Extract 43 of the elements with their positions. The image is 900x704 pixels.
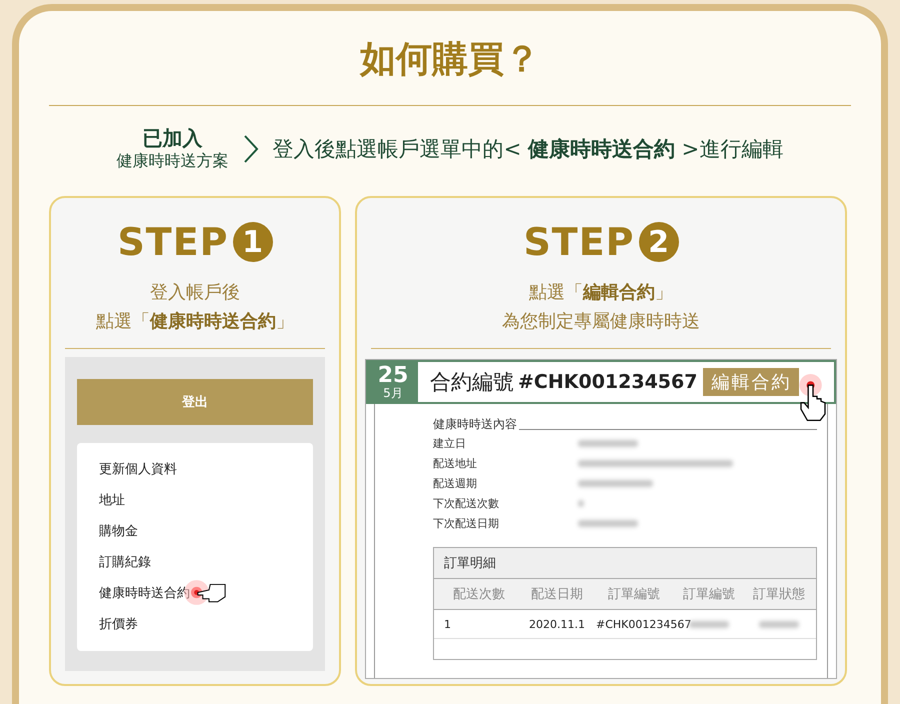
column-header: 訂單狀態 (752, 586, 806, 603)
table-cell: #CHK001234567 (596, 618, 692, 630)
column-header: 訂單編號 (607, 586, 661, 603)
table-cell: 1 (444, 618, 451, 630)
field-label: 配送週期 (433, 476, 478, 490)
blurred-value (578, 520, 638, 526)
menu-item[interactable]: 地址 (99, 484, 269, 515)
step-label: STEP (523, 220, 635, 264)
column-header: 配送日期 (530, 586, 584, 603)
step-number: 1 (232, 222, 273, 262)
menu-item[interactable]: 健康時時送合約 (99, 577, 269, 608)
step-caption: 點選「健康時時送合約」 (95, 310, 295, 334)
step-caption: 登入帳戶後 (149, 281, 241, 305)
field-label: 下次配送日期 (433, 516, 500, 530)
field-label: 下次配送次數 (433, 496, 500, 510)
date-day: 25 (378, 365, 408, 387)
order-table-title: 訂單明細 (434, 548, 816, 579)
badge-subtitle: 健康時時送方案 (116, 150, 229, 172)
contract-number: #CHK001234567 (518, 371, 698, 393)
field-label: 建立日 (433, 436, 467, 450)
badge-title: 已加入 (142, 126, 204, 150)
menu-item[interactable]: 折價券 (99, 608, 269, 639)
blurred-value (759, 620, 799, 628)
field-label: 配送地址 (433, 456, 478, 470)
table-cell: 2020.11.1 (529, 618, 585, 630)
page-title: 如何購買？ (358, 38, 541, 82)
column-header: 配送次數 (452, 586, 506, 603)
menu-item[interactable]: 訂購紀錄 (99, 546, 269, 577)
chevron-icon (242, 134, 259, 164)
column-header: 訂單編號 (682, 586, 736, 603)
step-label: STEP (117, 220, 229, 264)
section-title: 健康時時送內容 (433, 416, 517, 433)
step-caption: 為您制定專屬健康時時送 (501, 310, 701, 334)
menu-item[interactable]: 更新個人資料 (99, 453, 269, 484)
blurred-value (578, 500, 584, 506)
contract-label: 合約編號 (430, 369, 514, 396)
step-number: 2 (638, 222, 679, 262)
blurred-value (689, 620, 729, 628)
step-caption: 點選「編輯合約」 (528, 281, 674, 305)
blurred-value (578, 440, 638, 446)
date-month: 5月 (383, 387, 403, 399)
instruction-text: 登入後點選帳戶選單中的< 健康時時送合約 >進行編輯 (272, 136, 784, 163)
menu-item[interactable]: 購物金 (99, 515, 269, 546)
